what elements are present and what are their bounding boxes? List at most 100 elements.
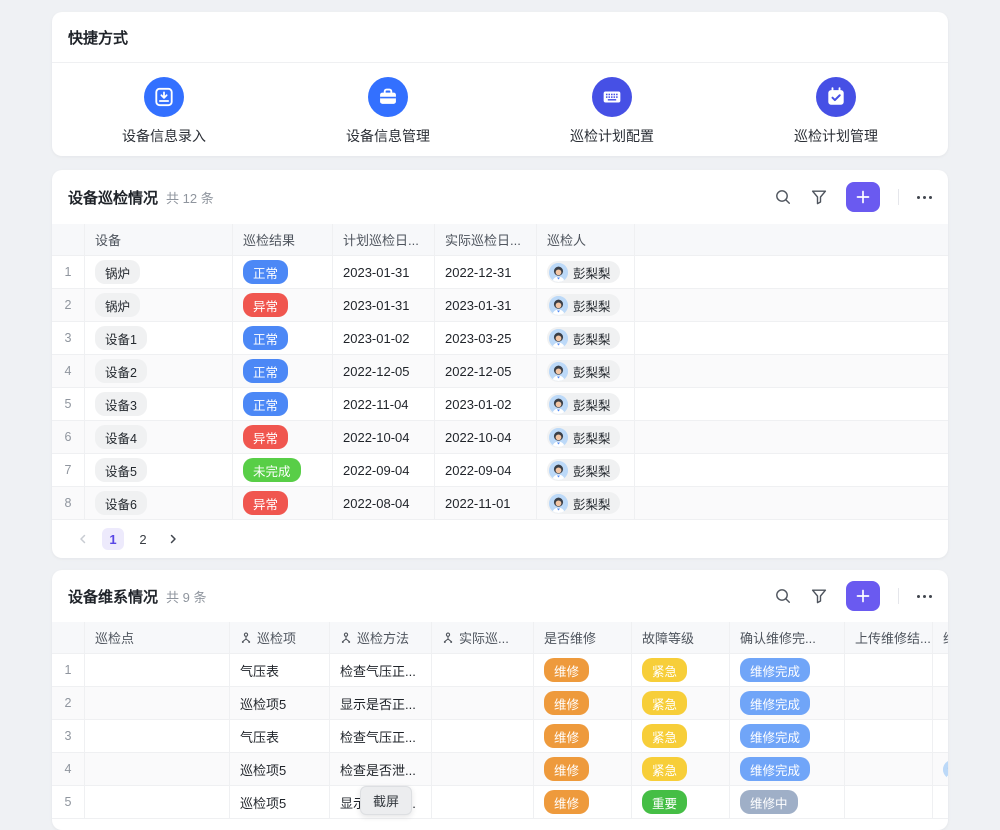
search-button[interactable]: [774, 587, 792, 605]
table-row[interactable]: 5设备3正常2022-11-042023-01-02彭梨梨: [52, 388, 948, 421]
inspector-cell[interactable]: 彭梨梨: [537, 322, 635, 354]
actual-date-cell[interactable]: 2022-11-01: [435, 487, 537, 519]
header-cell[interactable]: 实际巡检日...: [435, 224, 537, 255]
more-button[interactable]: [917, 196, 932, 199]
upload-cell[interactable]: [845, 654, 933, 686]
header-cell[interactable]: 巡检点: [85, 622, 230, 653]
result-cell[interactable]: 未完成: [233, 454, 333, 486]
table-row[interactable]: 2巡检项5显示是否正...维修紧急维修完成: [52, 687, 948, 720]
item-cell[interactable]: 巡检项5: [230, 687, 330, 719]
actual-cell[interactable]: [432, 687, 534, 719]
header-cell[interactable]: 确认维修完...: [730, 622, 845, 653]
header-cell[interactable]: 巡检方法: [330, 622, 432, 653]
device-cell[interactable]: 锅炉: [85, 256, 233, 288]
level-cell[interactable]: 紧急: [632, 753, 730, 785]
result-cell[interactable]: 正常: [233, 388, 333, 420]
repair-cell[interactable]: 维修: [534, 654, 632, 686]
inspector-cell[interactable]: 彭梨梨: [537, 421, 635, 453]
table-row[interactable]: 6设备4异常2022-10-042022-10-04彭梨梨: [52, 421, 948, 454]
plan-date-cell[interactable]: 2023-01-31: [333, 256, 435, 288]
add-record-button[interactable]: [846, 182, 880, 212]
actual-cell[interactable]: [432, 753, 534, 785]
method-cell[interactable]: 检查是否泄...: [330, 753, 432, 785]
repair-cell[interactable]: 维修: [534, 687, 632, 719]
add-record-button[interactable]: [846, 581, 880, 611]
shortcut-item-device-manage[interactable]: 设备信息管理: [276, 63, 500, 156]
page-1-button[interactable]: 1: [102, 528, 124, 550]
empty-cell[interactable]: [635, 289, 948, 321]
table-row[interactable]: 4设备2正常2022-12-052022-12-05彭梨梨: [52, 355, 948, 388]
header-cell[interactable]: 巡检项: [230, 622, 330, 653]
header-cell[interactable]: 计划巡检日...: [333, 224, 435, 255]
level-cell[interactable]: 紧急: [632, 720, 730, 752]
inspector-cell[interactable]: 彭梨梨: [537, 487, 635, 519]
device-cell[interactable]: 锅炉: [85, 289, 233, 321]
page-2-button[interactable]: 2: [132, 528, 154, 550]
last-cell[interactable]: [933, 753, 948, 785]
level-cell[interactable]: 紧急: [632, 687, 730, 719]
empty-cell[interactable]: [635, 388, 948, 420]
actual-cell[interactable]: [432, 786, 534, 818]
empty-cell[interactable]: [635, 322, 948, 354]
empty-cell[interactable]: [635, 454, 948, 486]
device-cell[interactable]: 设备3: [85, 388, 233, 420]
table-row[interactable]: 7设备5未完成2022-09-042022-09-04彭梨梨: [52, 454, 948, 487]
header-cell[interactable]: 维: [933, 622, 948, 653]
upload-cell[interactable]: [845, 687, 933, 719]
actual-date-cell[interactable]: 2023-03-25: [435, 322, 537, 354]
actual-date-cell[interactable]: 2022-09-04: [435, 454, 537, 486]
confirm-cell[interactable]: 维修完成: [730, 753, 845, 785]
method-cell[interactable]: 检查气压正...: [330, 720, 432, 752]
inspector-cell[interactable]: 彭梨梨: [537, 355, 635, 387]
header-cell[interactable]: 是否维修: [534, 622, 632, 653]
item-cell[interactable]: 巡检项5: [230, 786, 330, 818]
confirm-cell[interactable]: 维修完成: [730, 720, 845, 752]
device-cell[interactable]: 设备5: [85, 454, 233, 486]
empty-cell[interactable]: [635, 256, 948, 288]
header-cell[interactable]: 巡检人: [537, 224, 635, 255]
confirm-cell[interactable]: 维修完成: [730, 654, 845, 686]
header-cell[interactable]: 故障等级: [632, 622, 730, 653]
point-cell[interactable]: [85, 720, 230, 752]
actual-date-cell[interactable]: 2022-12-05: [435, 355, 537, 387]
plan-date-cell[interactable]: 2022-10-04: [333, 421, 435, 453]
inspector-cell[interactable]: 彭梨梨: [537, 256, 635, 288]
device-cell[interactable]: 设备2: [85, 355, 233, 387]
plan-date-cell[interactable]: 2023-01-02: [333, 322, 435, 354]
table-row[interactable]: 2锅炉异常2023-01-312023-01-31彭梨梨: [52, 289, 948, 322]
empty-cell[interactable]: [635, 355, 948, 387]
last-cell[interactable]: [933, 654, 948, 686]
repair-cell[interactable]: 维修: [534, 720, 632, 752]
result-cell[interactable]: 正常: [233, 355, 333, 387]
header-cell[interactable]: 实际巡...: [432, 622, 534, 653]
confirm-cell[interactable]: 维修中: [730, 786, 845, 818]
point-cell[interactable]: [85, 753, 230, 785]
actual-date-cell[interactable]: 2023-01-02: [435, 388, 537, 420]
shortcut-item-plan-manage[interactable]: 巡检计划管理: [724, 63, 948, 156]
last-cell[interactable]: [933, 786, 948, 818]
result-cell[interactable]: 异常: [233, 421, 333, 453]
table-row[interactable]: 5巡检项5显示是否正...维修重要维修中: [52, 786, 948, 819]
point-cell[interactable]: [85, 654, 230, 686]
search-button[interactable]: [774, 188, 792, 206]
upload-cell[interactable]: [845, 786, 933, 818]
plan-date-cell[interactable]: 2022-08-04: [333, 487, 435, 519]
table-row[interactable]: 1气压表检查气压正...维修紧急维修完成: [52, 654, 948, 687]
plan-date-cell[interactable]: 2022-09-04: [333, 454, 435, 486]
actual-cell[interactable]: [432, 654, 534, 686]
empty-cell[interactable]: [635, 487, 948, 519]
header-cell[interactable]: 上传维修结...: [845, 622, 933, 653]
table-row[interactable]: 3气压表检查气压正...维修紧急维修完成: [52, 720, 948, 753]
confirm-cell[interactable]: 维修完成: [730, 687, 845, 719]
repair-cell[interactable]: 维修: [534, 786, 632, 818]
point-cell[interactable]: [85, 687, 230, 719]
inspector-cell[interactable]: 彭梨梨: [537, 388, 635, 420]
table-row[interactable]: 1锅炉正常2023-01-312022-12-31彭梨梨: [52, 256, 948, 289]
result-cell[interactable]: 正常: [233, 322, 333, 354]
plan-date-cell[interactable]: 2022-11-04: [333, 388, 435, 420]
inspector-cell[interactable]: 彭梨梨: [537, 454, 635, 486]
next-page-button[interactable]: [162, 528, 184, 550]
result-cell[interactable]: 异常: [233, 487, 333, 519]
item-cell[interactable]: 气压表: [230, 720, 330, 752]
result-cell[interactable]: 异常: [233, 289, 333, 321]
